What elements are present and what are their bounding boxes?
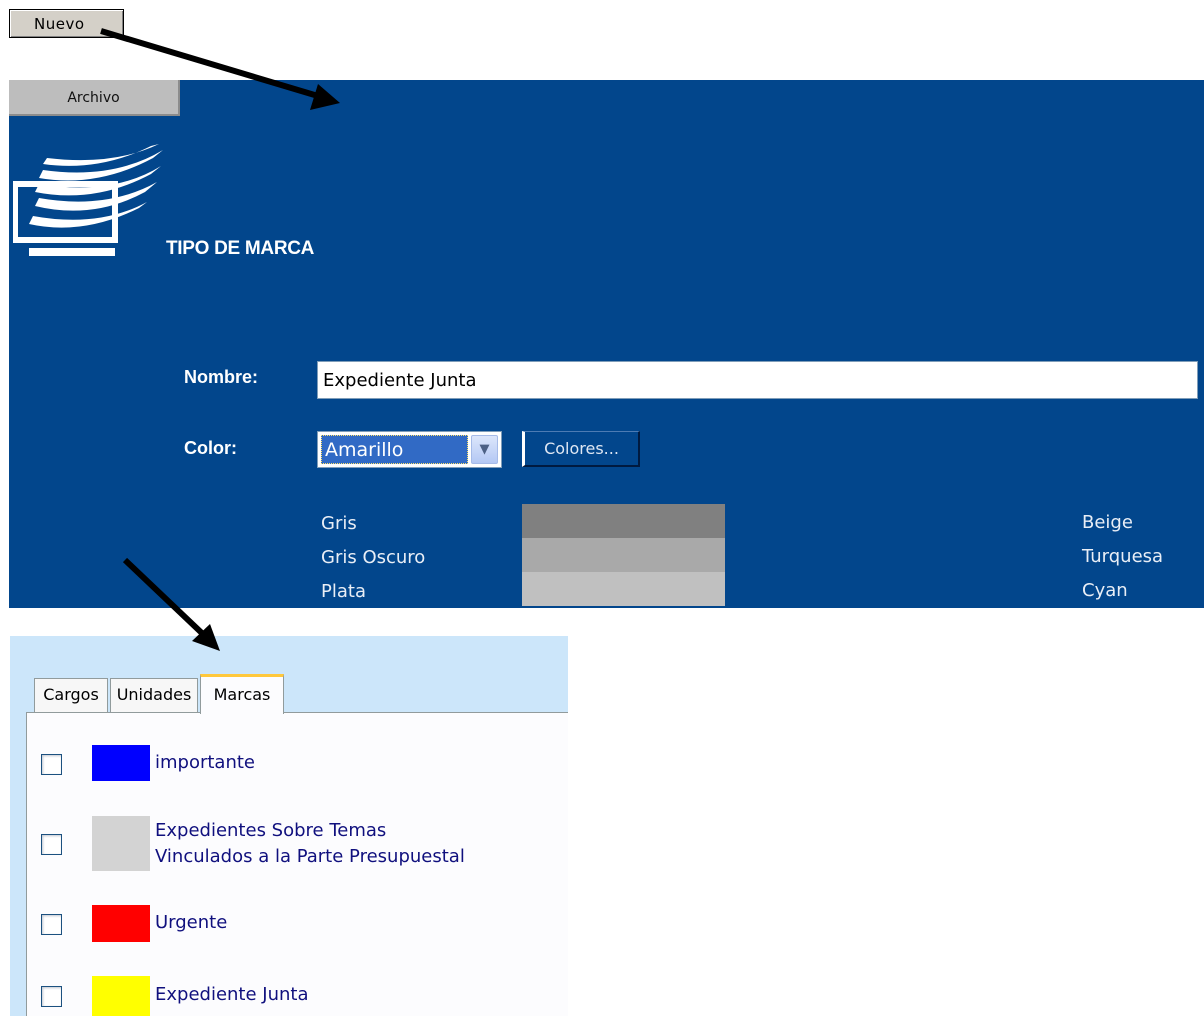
tab-unidades[interactable]: Unidades bbox=[110, 678, 198, 712]
tab-marcas[interactable]: Marcas bbox=[200, 674, 284, 714]
mark-color-swatch bbox=[92, 976, 150, 1016]
color-select[interactable]: Amarillo ▼ bbox=[317, 431, 502, 468]
color-swatch-plata bbox=[522, 572, 725, 606]
new-button[interactable]: Nuevo bbox=[9, 9, 124, 38]
mark-label: Urgente bbox=[155, 912, 228, 933]
mark-checkbox[interactable] bbox=[41, 914, 62, 935]
marks-list: importante Expedientes Sobre Temas Vincu… bbox=[26, 712, 568, 1016]
color-swatch-gris-oscuro bbox=[522, 538, 725, 572]
nombre-input[interactable] bbox=[317, 361, 1198, 399]
tab-cargos[interactable]: Cargos bbox=[34, 678, 108, 712]
mark-label-line-2: Vinculados a la Parte Presupuestal bbox=[155, 846, 465, 867]
color-label: Color: bbox=[184, 438, 237, 458]
colores-button[interactable]: Colores... bbox=[522, 431, 640, 467]
documents-monitor-icon bbox=[13, 144, 163, 256]
mark-label-line-1: Expedientes Sobre Temas bbox=[155, 820, 387, 841]
chevron-down-icon[interactable]: ▼ bbox=[471, 435, 498, 464]
page-title: TIPO DE MARCA bbox=[166, 238, 315, 259]
mark-label: importante bbox=[155, 752, 256, 773]
color-name-beige: Beige bbox=[1082, 512, 1133, 533]
mark-checkbox[interactable] bbox=[41, 834, 62, 855]
color-name-turquesa: Turquesa bbox=[1082, 546, 1164, 567]
archivo-menu-tab[interactable]: Archivo bbox=[9, 80, 180, 116]
color-name-cyan: Cyan bbox=[1082, 580, 1128, 601]
tipo-marca-panel: Archivo TIPO DE MARCA Nombre: Color: Ama… bbox=[9, 80, 1204, 608]
mark-color-swatch bbox=[92, 905, 150, 942]
marks-tab-panel: Cargos Unidades Marcas importante Expedi… bbox=[10, 636, 568, 1016]
color-name-gris-oscuro: Gris Oscuro bbox=[321, 547, 426, 568]
mark-color-swatch bbox=[92, 816, 150, 871]
mark-checkbox[interactable] bbox=[41, 754, 62, 775]
mark-checkbox[interactable] bbox=[41, 986, 62, 1007]
mark-label: Expediente Junta bbox=[155, 984, 309, 1005]
color-name-plata: Plata bbox=[321, 581, 366, 602]
color-name-gris: Gris bbox=[321, 513, 357, 534]
color-select-value: Amarillo bbox=[321, 435, 468, 464]
color-swatch-gris bbox=[522, 504, 725, 538]
nombre-label: Nombre: bbox=[184, 367, 259, 387]
mark-color-swatch bbox=[92, 745, 150, 781]
